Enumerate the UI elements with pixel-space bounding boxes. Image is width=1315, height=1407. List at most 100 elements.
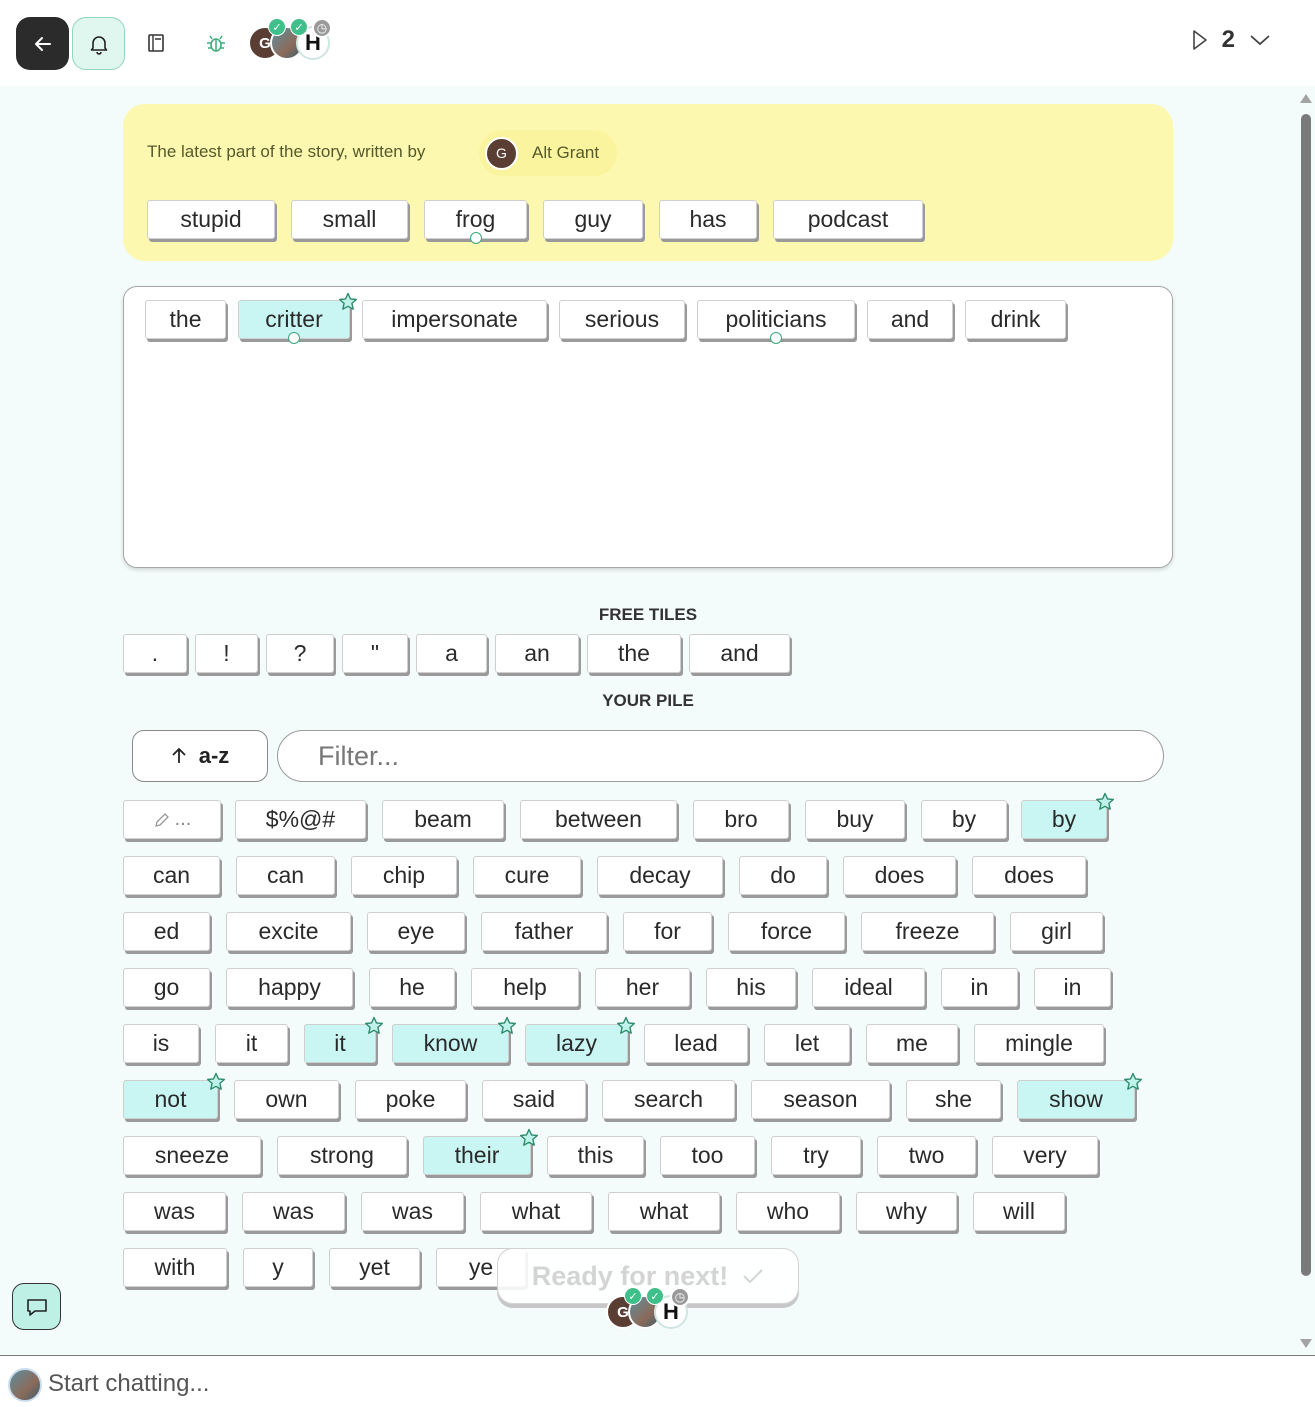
pile-tile[interactable]: in [941,968,1018,1007]
story-button[interactable] [140,27,172,59]
pile-tile[interactable]: yet [329,1248,420,1287]
pile-tile[interactable]: go [123,968,210,1007]
pile-tile[interactable]: y [243,1248,313,1287]
word-tile[interactable]: politicians [697,300,855,344]
pile-tile[interactable]: is [123,1024,199,1063]
pile-tile[interactable]: sneeze [123,1136,261,1175]
notifications-button[interactable] [72,17,125,70]
pile-tile[interactable]: me [866,1024,958,1063]
pile-tile[interactable]: lazy [525,1016,635,1063]
player-avatars[interactable]: G H ✓ ✓ ◷ [248,18,348,62]
back-button[interactable] [16,17,69,70]
page-scrollbar[interactable] [1299,92,1313,1350]
pile-tile[interactable]: for [623,912,712,951]
pile-tile[interactable]: it [215,1024,288,1063]
pile-tile[interactable]: let [764,1024,850,1063]
pile-tile[interactable]: search [602,1080,735,1119]
pile-tile[interactable]: can [236,856,335,895]
scroll-down-icon[interactable] [1300,1339,1312,1348]
pile-tile[interactable]: what [608,1192,720,1231]
pile-tile[interactable]: own [234,1080,339,1119]
pile-tile[interactable]: her [595,968,690,1007]
free-tile[interactable]: and [689,634,790,673]
pile-tile[interactable]: $%@# [235,800,366,839]
pile-tile[interactable]: happy [226,968,353,1007]
report-bug-button[interactable] [200,27,232,59]
pile-tile[interactable]: cure [473,856,581,895]
pile-tile[interactable]: two [877,1136,976,1175]
pile-tile[interactable]: help [471,968,579,1007]
pile-tile[interactable]: who [736,1192,840,1231]
pile-tile[interactable]: was [123,1192,226,1231]
pile-tile[interactable]: does [843,856,956,895]
scroll-up-icon[interactable] [1300,94,1312,103]
word-tile[interactable]: impersonate [362,300,547,339]
pile-tile[interactable]: poke [355,1080,466,1119]
filter-input[interactable] [277,730,1164,782]
pile-tile[interactable]: by [921,800,1007,839]
sort-button[interactable]: a-z [132,730,268,782]
pile-tile[interactable]: he [369,968,455,1007]
word-tile[interactable]: serious [559,300,685,339]
pile-tile[interactable]: she [906,1080,1001,1119]
pile-tile[interactable]: bro [693,800,789,839]
scroll-thumb[interactable] [1301,114,1311,1276]
word-tile[interactable]: drink [965,300,1066,339]
word-tile[interactable]: critter [238,292,357,344]
pile-tile[interactable]: father [481,912,607,951]
chat-toggle-button[interactable] [12,1283,61,1330]
pile-tile[interactable]: eye [367,912,465,951]
pile-tile[interactable]: beam [382,800,504,839]
pile-tile[interactable]: why [856,1192,957,1231]
pile-tile[interactable]: does [972,856,1086,895]
pile-tile[interactable]: was [361,1192,464,1231]
pile-tile[interactable]: in [1034,968,1111,1007]
pile-tile[interactable]: not [123,1072,225,1119]
pile-tile[interactable]: can [123,856,220,895]
pile-tile[interactable]: girl [1010,912,1103,951]
pile-tile[interactable]: buy [805,800,905,839]
pile-tile[interactable]: season [751,1080,890,1119]
free-tile[interactable]: the [587,634,681,673]
pile-tile[interactable]: will [973,1192,1065,1231]
word-tile[interactable]: and [867,300,953,339]
pile-tile[interactable]: with [123,1248,227,1287]
pile-tile[interactable]: by [1021,792,1114,839]
pile-tile[interactable]: this [547,1136,644,1175]
pile-tile[interactable]: do [739,856,827,895]
free-tile[interactable]: a [416,634,487,673]
pile-tile[interactable]: said [482,1080,586,1119]
pile-tile[interactable]: try [771,1136,861,1175]
free-tile[interactable]: . [123,634,187,673]
pile-tile[interactable]: mingle [974,1024,1104,1063]
pile-tile[interactable]: lead [644,1024,748,1063]
pile-tile[interactable]: chip [351,856,457,895]
pile-tile[interactable]: excite [226,912,351,951]
pile-tile[interactable]: it [304,1016,383,1063]
free-tile[interactable]: an [495,634,579,673]
sentence-composer[interactable]: the critter impersonate serious politici… [123,286,1173,568]
pile-tile[interactable]: strong [277,1136,407,1175]
pile-tile[interactable]: know [392,1016,516,1063]
author-chip[interactable]: G Alt Grant [479,130,618,176]
pile-tile[interactable]: too [660,1136,755,1175]
free-tile[interactable]: " [342,634,408,673]
write-in-tile[interactable]: ... [123,800,221,839]
pile-tile[interactable]: freeze [861,912,994,951]
word-tile[interactable]: the [145,300,226,339]
chat-input[interactable] [48,1364,1248,1404]
round-selector[interactable]: 2 [1192,26,1271,54]
pile-tile[interactable]: what [480,1192,592,1231]
pile-tile[interactable]: ed [123,912,210,951]
pile-tile[interactable]: decay [597,856,723,895]
pile-tile[interactable]: their [423,1128,538,1175]
pile-tile[interactable]: very [992,1136,1098,1175]
pile-tile[interactable]: between [520,800,677,839]
pile-tile[interactable]: his [706,968,796,1007]
free-tile[interactable]: ? [266,634,334,673]
pile-tile[interactable]: force [728,912,845,951]
free-tile[interactable]: ! [195,634,258,673]
pile-tile[interactable]: ideal [812,968,925,1007]
pile-tile[interactable]: show [1017,1072,1142,1119]
pile-tile[interactable]: was [242,1192,345,1231]
